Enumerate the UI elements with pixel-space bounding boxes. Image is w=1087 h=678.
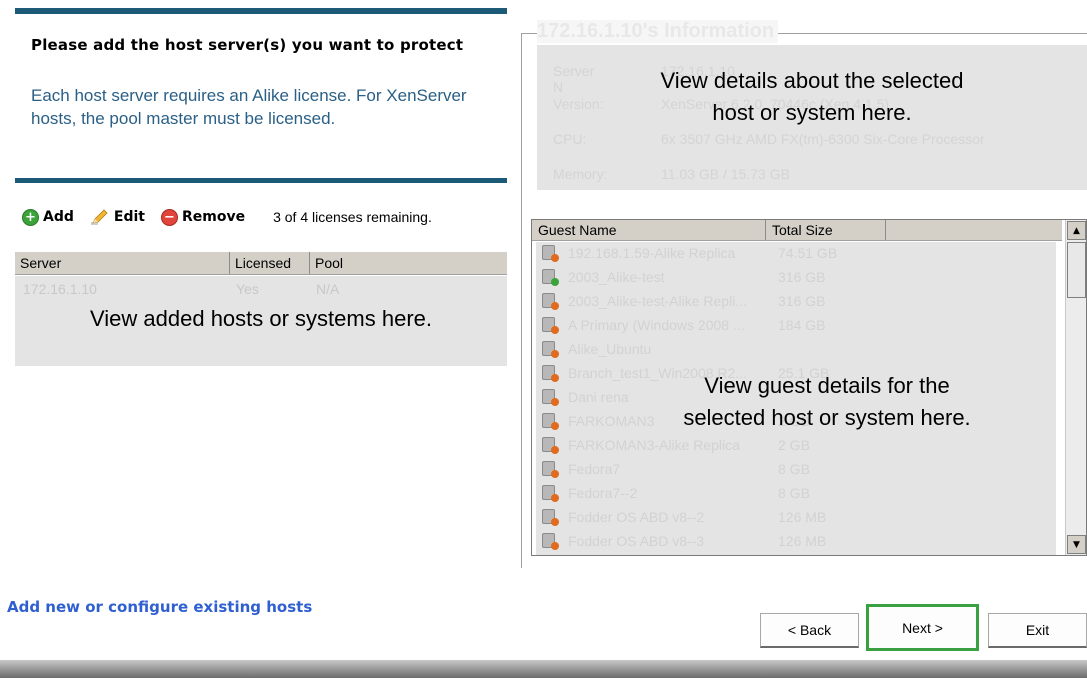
- configure-hosts-link[interactable]: Add new or configure existing hosts: [7, 598, 312, 616]
- guest-size-cell: 316 GB: [778, 269, 826, 285]
- info-label: CPU:: [553, 131, 587, 147]
- guest-name-cell: Fedora7: [568, 461, 621, 477]
- guest-table-header: Guest Name Total Size: [532, 220, 1062, 241]
- vm-icon: [542, 269, 559, 286]
- guest-size-cell: 184 GB: [778, 317, 826, 333]
- guest-size-cell: 2 GB: [778, 437, 810, 453]
- guest-size-cell: 8 GB: [778, 485, 810, 501]
- vm-icon: [542, 245, 559, 262]
- info-label: Memory:: [553, 166, 608, 182]
- guest-name-cell: FARKOMAN3-Alike Replica: [568, 437, 740, 453]
- host-server-cell: 172.16.1.10: [23, 281, 97, 297]
- info-note-line: host or system here.: [712, 100, 912, 125]
- info-group-title: 172.16.1.10's Information: [537, 20, 779, 43]
- plus-icon: +: [22, 208, 39, 226]
- minus-icon: −: [160, 208, 178, 226]
- vm-icon: [542, 461, 559, 478]
- add-label: Add: [43, 209, 74, 225]
- host-licensed-cell: Yes: [236, 281, 259, 297]
- guest-note-line: View guest details for the: [704, 373, 950, 398]
- guest-size-cell: 126 MB: [778, 509, 827, 525]
- column-header-guest-name[interactable]: Guest Name: [532, 220, 766, 240]
- guest-size-cell: 126 MB: [778, 533, 827, 549]
- table-row[interactable]: 172.16.1.10 Yes N/A: [23, 281, 493, 299]
- page-heading: Please add the host server(s) you want t…: [31, 36, 464, 54]
- window-bottom-edge: [0, 660, 1087, 678]
- guest-name-cell: 2003_Alike-test-Alike Repli...: [568, 293, 747, 309]
- hosts-table-header: Server Licensed Pool: [15, 252, 507, 275]
- vm-icon: [542, 413, 559, 430]
- guest-name-cell: Fodder OS ABD v8--3: [568, 533, 705, 549]
- vm-icon: [542, 389, 559, 406]
- next-button[interactable]: Next >: [866, 604, 979, 651]
- scroll-thumb[interactable]: [1067, 242, 1086, 298]
- guest-name-cell: 2003_Alike-test: [568, 269, 665, 285]
- vertical-scrollbar[interactable]: ▲ ▼: [1065, 220, 1086, 555]
- info-note-line: View details about the selected: [660, 68, 964, 93]
- guest-note-line: selected host or system here.: [683, 405, 971, 430]
- table-row[interactable]: 2003_Alike-test-Alike Repli... 316 GB: [536, 290, 1056, 312]
- guest-name-cell: A Primary (Windows 2008 ...: [568, 317, 745, 333]
- vm-icon: [542, 365, 559, 382]
- column-header-licensed[interactable]: Licensed: [230, 252, 310, 274]
- licenses-remaining-text: 3 of 4 licenses remaining.: [273, 209, 432, 225]
- table-row[interactable]: Fodder OS ABD v8--2 126 MB: [536, 506, 1056, 528]
- column-header-pool[interactable]: Pool: [310, 252, 507, 274]
- back-button[interactable]: < Back: [760, 613, 859, 648]
- column-header-server[interactable]: Server: [15, 252, 230, 274]
- guest-name-cell: Alike_Ubuntu: [568, 341, 652, 357]
- vm-icon: [542, 509, 559, 526]
- column-header-blank: [886, 220, 1062, 240]
- guest-size-cell: 74.51 GB: [778, 245, 838, 261]
- vm-icon: [542, 293, 559, 310]
- vm-icon: [542, 533, 559, 550]
- table-row[interactable]: Fedora7--2 8 GB: [536, 482, 1056, 504]
- vm-icon: [542, 437, 559, 454]
- remove-host-button[interactable]: − Remove: [160, 208, 246, 226]
- info-overlay-note: View details about the selected host or …: [537, 65, 1087, 129]
- table-row[interactable]: 192.168.1.59-Alike Replica 74.51 GB: [536, 242, 1056, 264]
- pencil-icon: [90, 209, 108, 225]
- info-value: 11.03 GB / 15.73 GB: [661, 166, 790, 182]
- license-instructions: Each host server requires an Alike licen…: [31, 86, 467, 128]
- exit-button[interactable]: Exit: [988, 613, 1087, 648]
- scroll-up-button[interactable]: ▲: [1067, 221, 1086, 240]
- hosts-overlay-note: View added hosts or systems here.: [90, 306, 432, 331]
- hosts-toolbar: + Add Edit − Remove 3 of 4 licenses rema…: [22, 205, 432, 229]
- remove-label: Remove: [181, 209, 246, 225]
- table-row[interactable]: Fodder OS ABD v8--3 126 MB: [536, 530, 1056, 552]
- table-row[interactable]: FARKOMAN3-Alike Replica 2 GB: [536, 434, 1056, 456]
- guest-name-cell: Fodder OS ABD v8--2: [568, 509, 705, 525]
- guest-overlay-note: View guest details for the selected host…: [602, 370, 1052, 434]
- add-host-button[interactable]: + Add: [22, 208, 74, 226]
- scroll-down-button[interactable]: ▼: [1067, 535, 1086, 554]
- guest-name-cell: Fedora7--2: [568, 485, 638, 501]
- guest-name-cell: 192.168.1.59-Alike Replica: [568, 245, 736, 261]
- vm-icon: [542, 485, 559, 502]
- header-divider-bar: [15, 8, 507, 14]
- edit-label: Edit: [113, 209, 145, 225]
- guest-list[interactable]: Guest Name Total Size 192.168.1.59-Alike…: [531, 219, 1087, 556]
- table-row[interactable]: A Primary (Windows 2008 ... 184 GB: [536, 314, 1056, 336]
- table-row[interactable]: Alike_Ubuntu: [536, 338, 1056, 360]
- host-pool-cell: N/A: [316, 281, 340, 297]
- hosts-table-body: 172.16.1.10 Yes N/A View added hosts or …: [15, 276, 507, 366]
- table-row[interactable]: Fedora7 8 GB: [536, 458, 1056, 480]
- edit-host-button[interactable]: Edit: [90, 208, 145, 226]
- table-row[interactable]: 2003_Alike-test 316 GB: [536, 266, 1056, 288]
- column-header-total-size[interactable]: Total Size: [766, 220, 886, 240]
- guest-size-cell: 8 GB: [778, 461, 810, 477]
- vm-icon: [542, 317, 559, 334]
- guest-size-cell: 316 GB: [778, 293, 826, 309]
- host-info-box: Server N 172.16.1.10 Version: XenServer …: [537, 45, 1087, 190]
- info-value: 6x 3507 GHz AMD FX(tm)-6300 Six-Core Pro…: [661, 131, 985, 147]
- section-divider-bar: [15, 178, 507, 183]
- vm-icon: [542, 341, 559, 358]
